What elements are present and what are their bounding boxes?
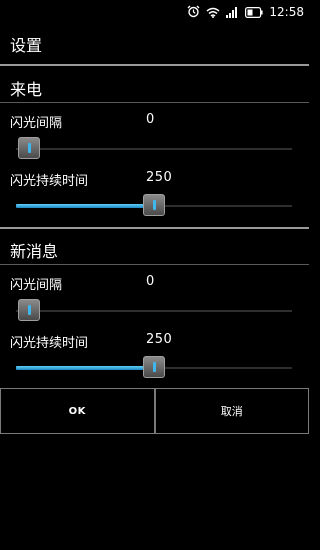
- section-divider: [0, 102, 309, 103]
- slider-fill: [16, 204, 154, 208]
- status-time: 12:58: [269, 5, 304, 19]
- cancel-button[interactable]: 取消: [154, 389, 309, 433]
- section-separator: [0, 227, 309, 229]
- pref-label-flash-duration: 闪光持续时间: [10, 174, 89, 189]
- dialog-button-bar: OK 取消: [0, 388, 309, 434]
- ok-button[interactable]: OK: [0, 389, 155, 433]
- flash-duration-slider[interactable]: [16, 355, 292, 381]
- slider-thumb[interactable]: [143, 194, 165, 216]
- title-divider: [0, 64, 309, 66]
- wifi-icon: [206, 3, 220, 22]
- section-title-incoming-call: 来电: [10, 80, 43, 99]
- flash-interval-slider[interactable]: [16, 136, 292, 162]
- pref-value-flash-duration: 250: [146, 170, 173, 185]
- pref-value-flash-duration: 250: [146, 332, 173, 347]
- battery-icon: [245, 3, 264, 22]
- slider-thumb[interactable]: [143, 356, 165, 378]
- signal-icon: [226, 3, 239, 22]
- slider-thumb[interactable]: [18, 299, 40, 321]
- slider-fill: [16, 366, 154, 370]
- flash-duration-slider[interactable]: [16, 193, 292, 219]
- status-bar: 12:58: [0, 0, 309, 24]
- section-title-new-message: 新消息: [10, 242, 59, 261]
- pref-label-flash-interval: 闪光间隔: [10, 116, 63, 131]
- slider-track: [16, 148, 292, 150]
- page-title-bar: 设置: [0, 24, 309, 64]
- slider-track: [16, 310, 292, 312]
- alarm-icon: [187, 3, 200, 22]
- pref-value-flash-interval: 0: [146, 274, 155, 289]
- page-title: 设置: [10, 36, 43, 55]
- pref-value-flash-interval: 0: [146, 112, 155, 127]
- flash-interval-slider[interactable]: [16, 298, 292, 324]
- section-divider: [0, 264, 309, 265]
- slider-thumb[interactable]: [18, 137, 40, 159]
- pref-label-flash-duration: 闪光持续时间: [10, 336, 89, 351]
- pref-label-flash-interval: 闪光间隔: [10, 278, 63, 293]
